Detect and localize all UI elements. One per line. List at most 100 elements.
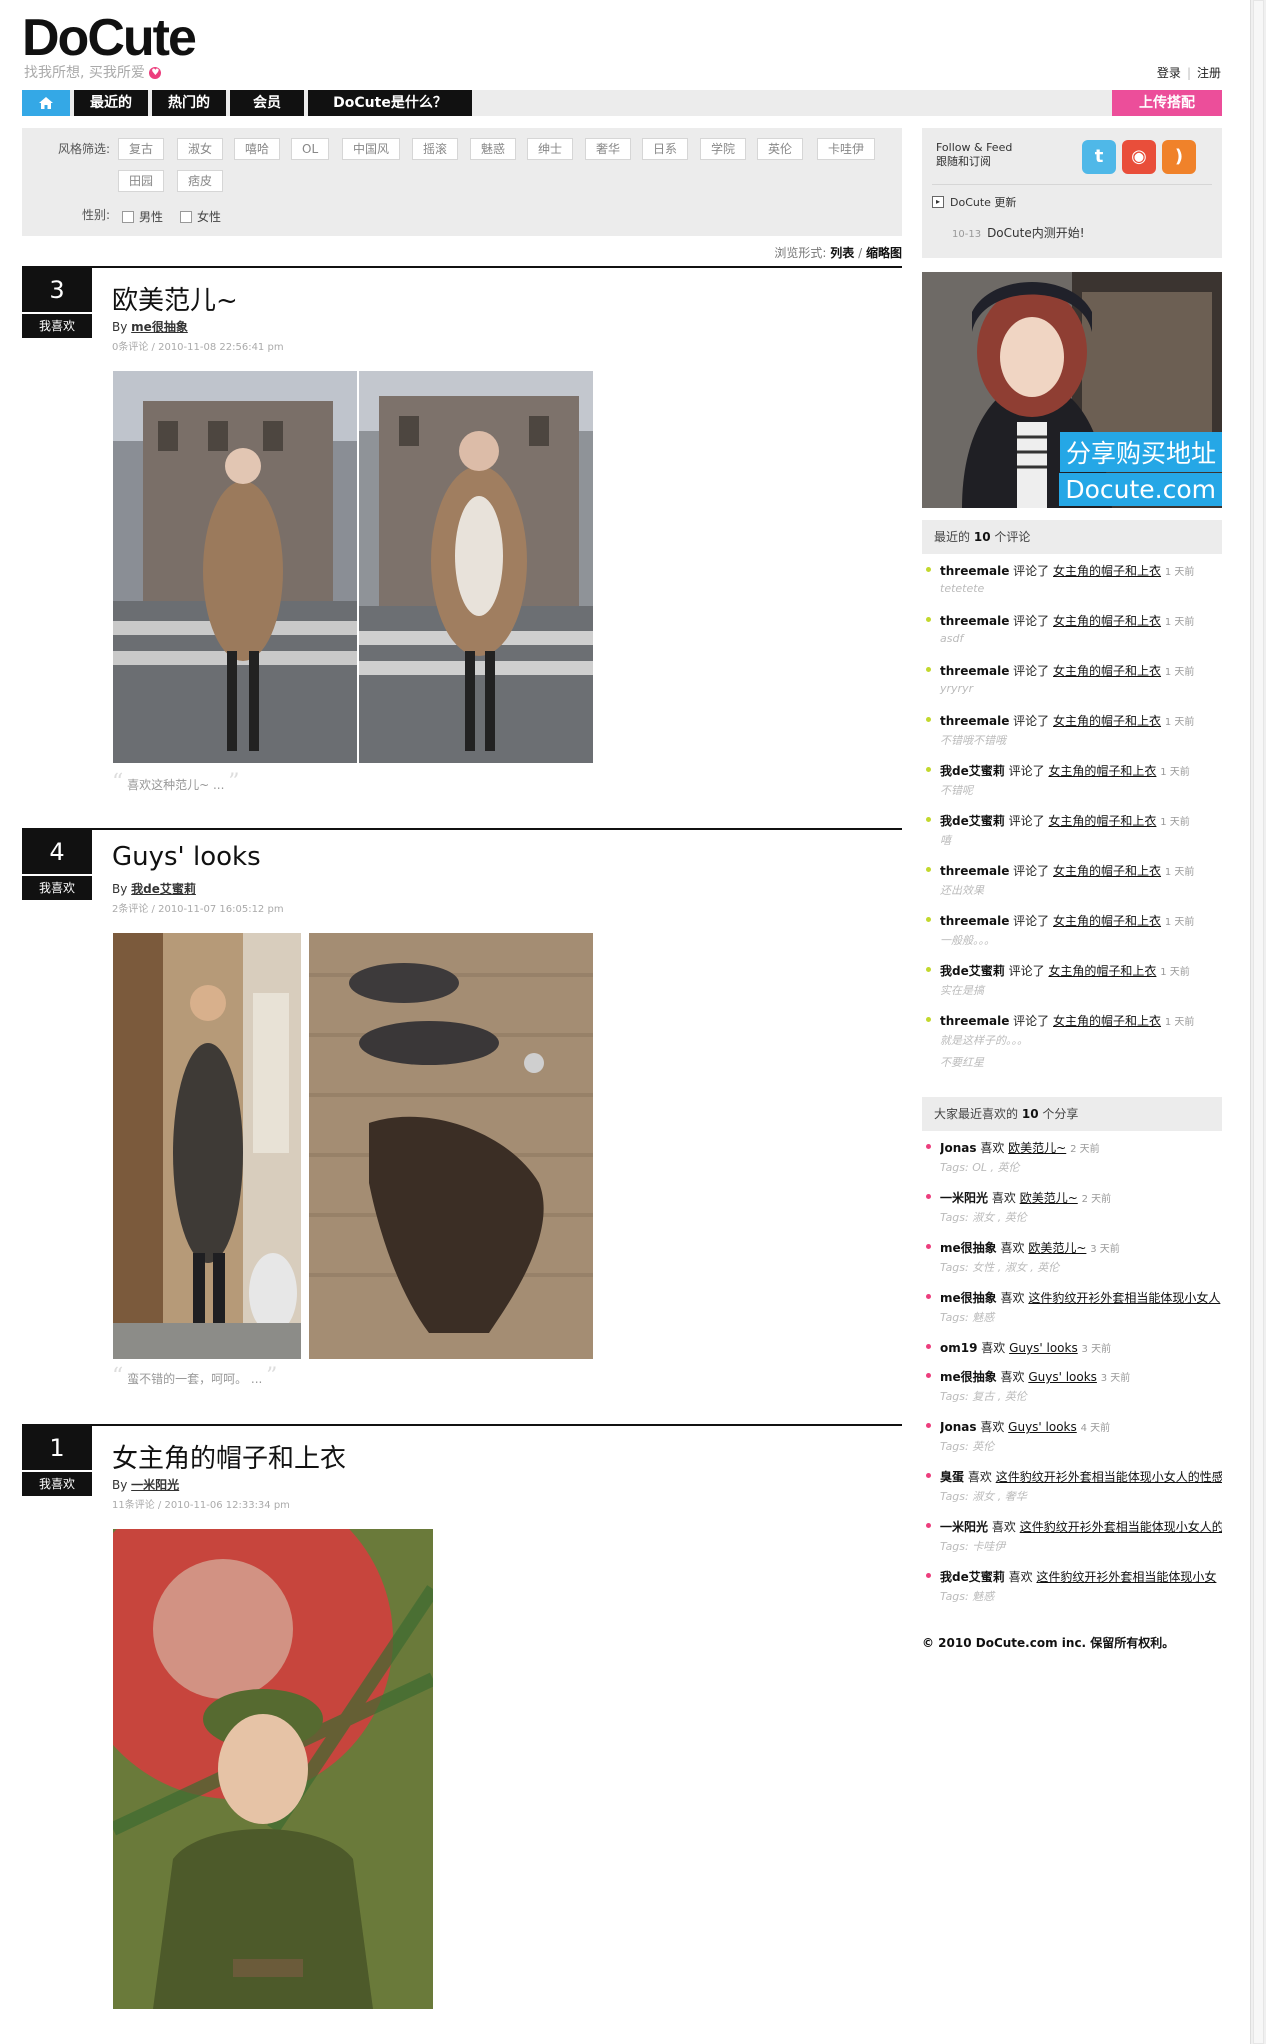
like-tags[interactable]: Tags: 女性 , 淑女 , 英伦: [940, 1259, 1059, 1275]
like-tags[interactable]: Tags: 卡哇伊: [940, 1538, 1005, 1554]
outfit-photo[interactable]: [113, 933, 301, 1359]
comment-user-link[interactable]: 我de艾蜜莉: [940, 814, 1005, 828]
author-link[interactable]: me很抽象: [131, 320, 188, 334]
thumbnail-view-link[interactable]: 缩略图: [866, 246, 902, 260]
like-user-link[interactable]: 一米阳光: [940, 1191, 988, 1205]
style-tag[interactable]: 复古: [118, 138, 165, 160]
page-scrollbar[interactable]: [1250, 0, 1266, 2044]
comment-user-link[interactable]: threemale: [940, 664, 1009, 678]
checkbox-box[interactable]: [180, 210, 192, 223]
author-link[interactable]: 我de艾蜜莉: [131, 882, 196, 896]
outfit-photo[interactable]: [113, 1529, 433, 2009]
like-user-link[interactable]: 臭蛋: [940, 1470, 964, 1484]
comment-user-link[interactable]: threemale: [940, 714, 1009, 728]
like-tags[interactable]: Tags: OL , 英伦: [940, 1159, 1020, 1175]
nav-recent[interactable]: 最近的: [74, 90, 148, 116]
like-tags[interactable]: Tags: 淑女 , 奢华: [940, 1488, 1027, 1504]
nav-popular[interactable]: 热门的: [152, 90, 226, 116]
like-user-link[interactable]: 我de艾蜜莉: [940, 1570, 1005, 1584]
style-tag[interactable]: 淑女: [177, 138, 224, 160]
style-tag[interactable]: 魅惑: [470, 138, 517, 160]
post-title[interactable]: Guys' looks: [112, 842, 261, 872]
style-tag[interactable]: 痞皮: [177, 170, 224, 192]
style-tag[interactable]: 中国风: [342, 138, 401, 160]
like-target-link[interactable]: Guys' looks: [1009, 1341, 1078, 1355]
comment-target-link[interactable]: 女主角的帽子和上衣: [1048, 964, 1156, 978]
style-tag[interactable]: 绅士: [527, 138, 574, 160]
home-button[interactable]: [22, 90, 70, 116]
comment-user-link[interactable]: threemale: [940, 564, 1009, 578]
comment-user-link[interactable]: threemale: [940, 914, 1009, 928]
like-button[interactable]: 我喜欢: [22, 314, 92, 338]
male-checkbox[interactable]: 男性: [122, 208, 163, 225]
like-button[interactable]: 我喜欢: [22, 1472, 92, 1496]
like-user-link[interactable]: me很抽象: [940, 1370, 997, 1384]
like-tags[interactable]: Tags: 淑女 , 英伦: [940, 1209, 1027, 1225]
like-user-link[interactable]: Jonas: [940, 1420, 977, 1434]
list-view-link[interactable]: 列表: [830, 246, 854, 260]
comment-target-link[interactable]: 女主角的帽子和上衣: [1053, 714, 1161, 728]
comment-target-link[interactable]: 女主角的帽子和上衣: [1048, 764, 1156, 778]
site-logo[interactable]: DoCute: [22, 8, 197, 68]
comment-target-link[interactable]: 女主角的帽子和上衣: [1053, 914, 1161, 928]
like-target-link[interactable]: Guys' looks: [1028, 1370, 1097, 1384]
like-tags[interactable]: Tags: 英伦: [940, 1438, 994, 1454]
like-target-link[interactable]: 欧美范儿~: [1028, 1241, 1086, 1255]
outfit-photo[interactable]: [113, 371, 357, 763]
comment-target-link[interactable]: 女主角的帽子和上衣: [1053, 864, 1161, 878]
author-link[interactable]: 一米阳光: [131, 1478, 179, 1492]
like-target-link[interactable]: 这件豹纹开衫外套相当能体现小女人的: [1020, 1520, 1222, 1534]
twitter-icon[interactable]: t: [1082, 140, 1116, 174]
ad-banner[interactable]: 分享购买地址 Docute.com: [922, 272, 1222, 508]
rss-icon[interactable]: ): [1162, 140, 1196, 174]
like-target-link[interactable]: 欧美范儿~: [1008, 1141, 1066, 1155]
like-target-link[interactable]: 这件豹纹开衫外套相当能体现小女人的性感: [996, 1470, 1222, 1484]
news-item[interactable]: 10-13 DoCute内测开始!: [952, 224, 1091, 241]
like-user-link[interactable]: me很抽象: [940, 1241, 997, 1255]
like-tags[interactable]: Tags: 魅惑: [940, 1309, 994, 1325]
like-button[interactable]: 我喜欢: [22, 876, 92, 900]
comment-user-link[interactable]: threemale: [940, 1014, 1009, 1028]
comment-user-link[interactable]: threemale: [940, 864, 1009, 878]
like-user-link[interactable]: me很抽象: [940, 1291, 997, 1305]
style-tag[interactable]: 英伦: [757, 138, 804, 160]
style-tag[interactable]: 学院: [700, 138, 747, 160]
weibo-icon[interactable]: ◉: [1122, 140, 1156, 174]
comment-target-link[interactable]: 女主角的帽子和上衣: [1053, 1014, 1161, 1028]
like-target-link[interactable]: 这件豹纹开衫外套相当能体现小女: [1036, 1570, 1216, 1584]
register-link[interactable]: 注册: [1197, 66, 1221, 80]
scrollbar-thumb[interactable]: [1253, 0, 1264, 2044]
comment-target-link[interactable]: 女主角的帽子和上衣: [1053, 664, 1161, 678]
post-title[interactable]: 女主角的帽子和上衣: [112, 1438, 346, 1475]
outfit-photo[interactable]: [309, 933, 593, 1359]
like-user-link[interactable]: om19: [940, 1341, 977, 1355]
login-link[interactable]: 登录: [1157, 66, 1181, 80]
like-tags[interactable]: Tags: 魅惑: [940, 1588, 994, 1604]
comment-user-link[interactable]: threemale: [940, 614, 1009, 628]
like-tags[interactable]: Tags: 复古 , 英伦: [940, 1388, 1027, 1404]
comment-target-link[interactable]: 女主角的帽子和上衣: [1053, 564, 1161, 578]
style-tag[interactable]: 嘻哈: [234, 138, 281, 160]
style-tag[interactable]: 摇滚: [412, 138, 459, 160]
comment-user-link[interactable]: 我de艾蜜莉: [940, 764, 1005, 778]
nav-members[interactable]: 会员: [230, 90, 304, 116]
checkbox-box[interactable]: [122, 210, 134, 223]
style-tag[interactable]: 奢华: [585, 138, 632, 160]
style-tag[interactable]: 田园: [118, 170, 165, 192]
upload-outfit-button[interactable]: 上传搭配: [1112, 90, 1222, 116]
style-tag[interactable]: 日系: [642, 138, 689, 160]
like-user-link[interactable]: Jonas: [940, 1141, 977, 1155]
comment-target-link[interactable]: 女主角的帽子和上衣: [1048, 814, 1156, 828]
nav-about[interactable]: DoCute是什么？: [308, 90, 472, 116]
like-target-link[interactable]: 这件豹纹开衫外套相当能体现小女人: [1028, 1291, 1220, 1305]
like-target-link[interactable]: Guys' looks: [1008, 1420, 1077, 1434]
outfit-photo[interactable]: [359, 371, 593, 763]
style-tag[interactable]: 卡哇伊: [817, 138, 876, 160]
female-checkbox[interactable]: 女性: [180, 208, 221, 225]
style-tag[interactable]: OL: [291, 138, 330, 160]
comment-target-link[interactable]: 女主角的帽子和上衣: [1053, 614, 1161, 628]
like-target-link[interactable]: 欧美范儿~: [1020, 1191, 1078, 1205]
comment-user-link[interactable]: 我de艾蜜莉: [940, 964, 1005, 978]
post-title[interactable]: 欧美范儿~: [112, 280, 238, 317]
like-user-link[interactable]: 一米阳光: [940, 1520, 988, 1534]
